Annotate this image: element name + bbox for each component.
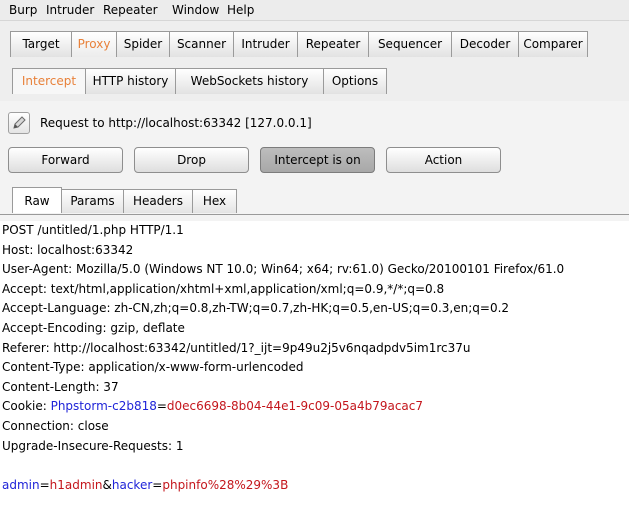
raw-request-editor[interactable]: POST /untitled/1.php HTTP/1.1 Host: loca… bbox=[2, 221, 627, 495]
message-view-tabs: Raw Params Headers Hex bbox=[12, 187, 237, 213]
proxy-sub-tab-row: Intercept HTTP history WebSockets histor… bbox=[0, 68, 387, 94]
param-admin-value: h1admin bbox=[49, 477, 103, 492]
cookie-label: Cookie: bbox=[2, 399, 51, 414]
header-accept: Accept: text/html,application/xhtml+xml,… bbox=[2, 281, 445, 296]
tab-target[interactable]: Target bbox=[10, 31, 72, 57]
tab-proxy[interactable]: Proxy bbox=[71, 31, 117, 57]
cookie-value: d0ec6698-8b04-44e1-9c09-05a4b79acac7 bbox=[166, 399, 424, 414]
forward-button[interactable]: Forward bbox=[8, 147, 123, 173]
tab-options[interactable]: Options bbox=[323, 68, 387, 94]
tab-websockets-history[interactable]: WebSockets history bbox=[175, 68, 324, 94]
request-target-label: Request to http://localhost:63342 [127.0… bbox=[40, 116, 312, 130]
tab-params[interactable]: Params bbox=[61, 189, 124, 213]
header-connection: Connection: close bbox=[2, 418, 109, 433]
cookie-equals: = bbox=[156, 399, 167, 414]
drop-button[interactable]: Drop bbox=[134, 147, 249, 173]
header-content-type: Content-Type: application/x-www-form-url… bbox=[2, 360, 304, 375]
menu-repeater[interactable]: Repeater bbox=[103, 3, 158, 17]
request-line: POST /untitled/1.php HTTP/1.1 bbox=[2, 223, 184, 237]
menu-window[interactable]: Window bbox=[172, 3, 219, 17]
editor-divider bbox=[0, 214, 629, 215]
header-cookie: Cookie: Phpstorm-c2b818=d0ec6698-8b04-44… bbox=[2, 397, 627, 417]
tab-http-history[interactable]: HTTP history bbox=[85, 68, 176, 94]
param-hacker-value: phpinfo%28%29%3B bbox=[162, 477, 289, 492]
tab-headers[interactable]: Headers bbox=[123, 189, 193, 213]
param-hacker-name: hacker bbox=[111, 477, 153, 492]
param-ampersand: & bbox=[102, 477, 112, 492]
edit-pencil-icon[interactable] bbox=[8, 112, 30, 134]
tab-repeater[interactable]: Repeater bbox=[297, 31, 369, 57]
tab-scanner[interactable]: Scanner bbox=[169, 31, 234, 57]
header-content-length: Content-Length: 37 bbox=[2, 379, 119, 394]
header-host: Host: localhost:63342 bbox=[2, 242, 134, 257]
tab-sequencer[interactable]: Sequencer bbox=[368, 31, 452, 57]
header-referer: Referer: http://localhost:63342/untitled… bbox=[2, 340, 471, 355]
intercept-toggle-button[interactable]: Intercept is on bbox=[260, 147, 375, 173]
param-equals: = bbox=[39, 477, 50, 492]
action-button[interactable]: Action bbox=[386, 147, 501, 173]
menu-bar: Burp Intruder Repeater Window Help bbox=[0, 0, 629, 21]
tab-decoder[interactable]: Decoder bbox=[451, 31, 519, 57]
header-accept-encoding: Accept-Encoding: gzip, deflate bbox=[2, 320, 185, 335]
tab-spider[interactable]: Spider bbox=[116, 31, 170, 57]
cookie-name: Phpstorm-c2b818 bbox=[50, 399, 157, 414]
tab-hex[interactable]: Hex bbox=[192, 189, 237, 213]
param-equals: = bbox=[152, 477, 163, 492]
header-user-agent: User-Agent: Mozilla/5.0 (Windows NT 10.0… bbox=[2, 262, 565, 277]
header-upgrade-insecure: Upgrade-Insecure-Requests: 1 bbox=[2, 438, 184, 453]
main-tab-row: Target Proxy Spider Scanner Intruder Rep… bbox=[0, 31, 588, 57]
tab-intruder[interactable]: Intruder bbox=[233, 31, 298, 57]
menu-intruder[interactable]: Intruder bbox=[46, 3, 94, 17]
request-body: admin=h1admin&hacker=phpinfo%28%29%3B bbox=[2, 476, 627, 496]
param-admin-name: admin bbox=[2, 477, 40, 492]
menu-help[interactable]: Help bbox=[227, 3, 254, 17]
tab-intercept[interactable]: Intercept bbox=[12, 68, 86, 94]
tab-raw[interactable]: Raw bbox=[12, 187, 62, 213]
menu-burp[interactable]: Burp bbox=[9, 3, 37, 17]
tab-comparer[interactable]: Comparer bbox=[518, 31, 588, 57]
header-accept-language: Accept-Language: zh-CN,zh;q=0.8,zh-TW;q=… bbox=[2, 301, 510, 316]
